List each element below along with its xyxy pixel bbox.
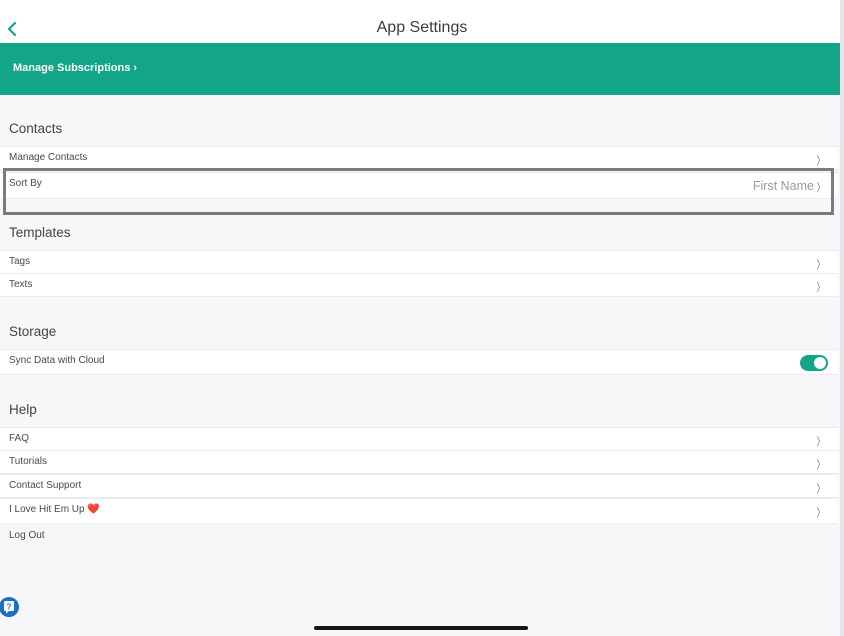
question-bubble-icon: ?	[4, 601, 14, 614]
home-indicator	[314, 626, 528, 630]
texts-label: Texts	[9, 279, 33, 290]
sort-by-row[interactable]: Sort By First Name 〉	[0, 172, 838, 199]
tutorials-label: Tutorials	[9, 456, 47, 467]
chevron-right-icon: 〉	[816, 436, 825, 448]
chevron-right-icon: 〉	[816, 182, 825, 194]
texts-row[interactable]: Texts 〉	[0, 273, 838, 297]
chevron-right-icon: 〉	[816, 483, 825, 495]
section-header-help: Help	[9, 402, 37, 417]
faq-row[interactable]: FAQ 〉	[0, 427, 838, 451]
tags-label: Tags	[9, 256, 31, 267]
contact-support-row[interactable]: Contact Support 〉	[0, 474, 838, 498]
sort-by-value: First Name	[752, 179, 814, 193]
section-header-storage: Storage	[9, 324, 57, 339]
faq-label: FAQ	[9, 433, 30, 444]
svg-text:?: ?	[7, 602, 12, 611]
log-out-row[interactable]: Log Out	[0, 525, 838, 549]
manage-contacts-label: Manage Contacts	[9, 152, 88, 163]
sync-toggle[interactable]	[800, 355, 828, 371]
navigation-bar: App Settings	[0, 0, 844, 43]
love-app-label: I Love Hit Em Up ❤️	[9, 504, 100, 515]
log-out-label: Log Out	[9, 530, 45, 541]
sync-data-row: Sync Data with Cloud	[0, 349, 838, 375]
sync-data-label: Sync Data with Cloud	[9, 355, 105, 366]
section-header-templates: Templates	[9, 225, 71, 240]
manage-subscriptions-button[interactable]: Manage Subscriptions ›	[13, 62, 137, 74]
chevron-right-icon: 〉	[816, 282, 825, 294]
sort-by-label: Sort By	[9, 178, 42, 189]
contact-support-label: Contact Support	[9, 480, 82, 491]
window-edge	[840, 0, 844, 636]
section-header-contacts: Contacts	[9, 121, 63, 136]
chevron-right-icon: 〉	[816, 155, 825, 167]
help-chat-button[interactable]: ?	[0, 597, 19, 617]
toggle-knob	[814, 357, 826, 369]
chevron-right-icon: 〉	[816, 507, 825, 519]
tutorials-row[interactable]: Tutorials 〉	[0, 450, 838, 474]
chevron-right-icon: 〉	[816, 459, 825, 471]
page-title: App Settings	[376, 19, 468, 36]
love-app-row[interactable]: I Love Hit Em Up ❤️ 〉	[0, 498, 838, 524]
manage-contacts-row[interactable]: Manage Contacts 〉	[0, 146, 838, 170]
tags-row[interactable]: Tags 〉	[0, 250, 838, 274]
chevron-right-icon: 〉	[816, 259, 825, 271]
